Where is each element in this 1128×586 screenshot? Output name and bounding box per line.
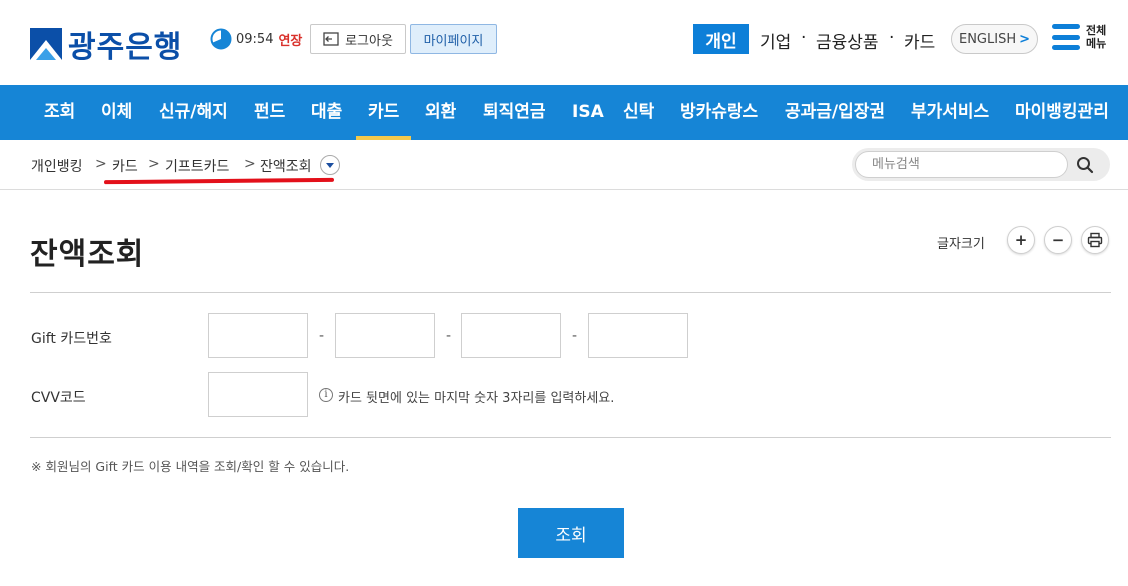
category-financial-products-tab[interactable]: 금융상품 (816, 28, 879, 53)
gnb-item-inquiry[interactable]: 조회 (44, 85, 75, 140)
card-number-field-1[interactable] (208, 313, 308, 358)
gnb-item-fund[interactable]: 펀드 (254, 85, 285, 140)
gnb-item-transfer[interactable]: 이체 (101, 85, 132, 140)
english-label: ENGLISH (958, 31, 1017, 47)
gnb-item-utility-tickets[interactable]: 공과금/입장권 (785, 85, 885, 140)
breadcrumb-item-balance-inquiry[interactable]: 잔액조회 (260, 156, 312, 176)
info-icon: i (319, 388, 333, 402)
gnb-item-extra-services[interactable]: 부가서비스 (911, 85, 989, 140)
breadcrumb-item-card[interactable]: 카드 (112, 156, 138, 176)
category-card-tab[interactable]: 카드 (904, 28, 935, 53)
menu-search-box (852, 148, 1110, 181)
cvv-help-text: 카드 뒷면에 있는 마지막 숫자 3자리를 입력하세요. (338, 391, 615, 406)
logout-label: 로그아웃 (345, 33, 393, 49)
card-number-field-4[interactable] (588, 313, 688, 358)
breadcrumb-dropdown-toggle[interactable] (320, 155, 340, 175)
category-corporate-tab[interactable]: 기업 (760, 28, 791, 53)
all-menu-button[interactable]: 전체 메뉴 (1052, 24, 1112, 50)
gnb-item-loan[interactable]: 대출 (311, 85, 342, 140)
category-separator: · (889, 28, 895, 48)
card-number-field-3[interactable] (461, 313, 561, 358)
menu-search-input[interactable] (855, 151, 1068, 178)
print-button[interactable] (1081, 226, 1109, 254)
gnb-item-bancassurance[interactable]: 방카슈랑스 (680, 85, 758, 140)
category-personal-tab[interactable]: 개인 (693, 24, 749, 54)
logo-mark-icon (30, 28, 62, 60)
chevron-right-icon: > (148, 156, 160, 172)
inquiry-submit-button[interactable]: 조회 (518, 508, 624, 558)
title-divider (30, 292, 1111, 293)
gnb-item-new-close[interactable]: 신규/해지 (159, 85, 228, 140)
gnb-item-mybanking[interactable]: 마이뱅킹관리 (1015, 85, 1109, 140)
card-number-dash: - (446, 328, 452, 344)
category-separator: · (801, 28, 807, 48)
font-increase-button[interactable]: + (1007, 226, 1035, 254)
form-divider (30, 437, 1111, 438)
gnb-item-foreign-exchange[interactable]: 외환 (425, 85, 456, 140)
breadcrumb-item-gift-card[interactable]: 기프트카드 (165, 156, 229, 176)
card-number-field-2[interactable] (335, 313, 435, 358)
bank-logo[interactable]: 광주은행 (30, 22, 182, 66)
chevron-right-icon: > (244, 156, 256, 172)
cvv-code-label: CVV코드 (31, 390, 86, 406)
logo-text: 광주은행 (68, 30, 183, 65)
font-decrease-button[interactable]: − (1044, 226, 1072, 254)
font-size-label: 글자크기 (937, 237, 985, 252)
breadcrumb-item-personal-banking[interactable]: 개인뱅킹 (31, 156, 83, 176)
card-number-dash: - (572, 328, 578, 344)
timer-icon (210, 28, 232, 50)
session-time: 09:54 (236, 31, 274, 47)
card-number-dash: - (319, 328, 325, 344)
gnb-item-card[interactable]: 카드 (355, 85, 412, 140)
notice-text: ※ 회원님의 Gift 카드 이용 내역을 조회/확인 할 수 있습니다. (31, 459, 350, 474)
main-navigation: 조회 이체 신규/해지 펀드 대출 카드 외환 퇴직연금 ISA 신탁 방카슈랑… (0, 85, 1128, 140)
site-header: 광주은행 09:54 연장 로그아웃 마이페이지 개인 기업 · 금융상품 · … (0, 0, 1128, 85)
search-icon[interactable] (1076, 156, 1094, 174)
mypage-button[interactable]: 마이페이지 (410, 24, 497, 54)
gnb-item-isa[interactable]: ISA (572, 85, 604, 140)
logout-button[interactable]: 로그아웃 (310, 24, 406, 54)
cvv-code-field[interactable] (208, 372, 308, 417)
chevron-right-icon: > (95, 156, 107, 172)
gnb-item-pension[interactable]: 퇴직연금 (483, 85, 546, 140)
session-timer: 09:54 연장 (210, 28, 302, 50)
all-menu-label: 전체 메뉴 (1086, 24, 1107, 50)
print-icon (1087, 232, 1103, 248)
chevron-right-icon: > (1019, 31, 1031, 47)
hamburger-icon (1052, 24, 1080, 50)
page-title: 잔액조회 (30, 237, 145, 272)
logout-icon (323, 32, 339, 46)
english-button[interactable]: ENGLISH > (951, 24, 1038, 54)
gnb-item-trust[interactable]: 신탁 (623, 85, 654, 140)
extend-session-link[interactable]: 연장 (278, 30, 302, 49)
gift-card-number-label: Gift 카드번호 (31, 331, 112, 347)
